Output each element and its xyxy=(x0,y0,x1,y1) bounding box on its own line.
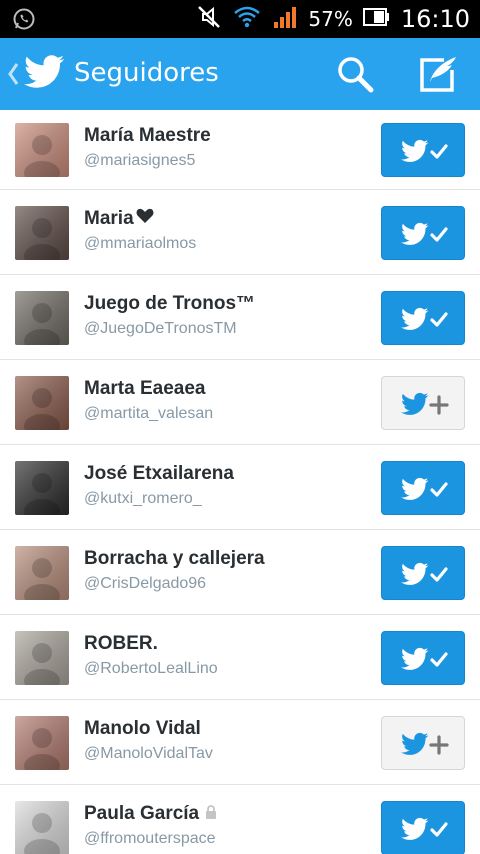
follower-name: José Etxailarena xyxy=(84,463,234,485)
mute-icon xyxy=(196,4,222,35)
avatar[interactable] xyxy=(15,375,69,430)
follower-name-text: Borracha y callejera xyxy=(84,547,265,569)
compose-tweet-icon[interactable] xyxy=(416,54,462,94)
twitter-check-icon xyxy=(401,562,448,585)
follower-name-text: Juego de Tronos™ xyxy=(84,292,256,314)
follower-name: Marta Eaeaea xyxy=(84,378,205,400)
twitter-plus-icon xyxy=(401,732,449,755)
following-button[interactable] xyxy=(381,800,465,854)
wifi-icon xyxy=(232,4,262,35)
whatsapp-icon xyxy=(12,7,36,36)
follower-handle: @mariasignes5 xyxy=(84,152,196,169)
follower-row[interactable]: José Etxailarena @kutxi_romero_ xyxy=(0,445,480,530)
follower-name-text: Marta Eaeaea xyxy=(84,377,206,399)
avatar[interactable] xyxy=(15,205,69,260)
follower-name: Maria xyxy=(84,208,154,230)
follow-button[interactable] xyxy=(381,715,465,770)
follower-row[interactable]: Paula García @ffromouterspace xyxy=(0,785,480,854)
follower-handle: @mmariaolmos xyxy=(84,234,197,252)
following-button[interactable] xyxy=(381,630,465,685)
follow-button[interactable] xyxy=(381,375,465,430)
follower-name-text: María Maestre xyxy=(84,125,211,146)
following-button[interactable] xyxy=(381,290,465,345)
follower-handle: @JuegoDeTronosTM xyxy=(84,319,237,337)
follower-handle: @RobertoLealLino xyxy=(84,659,218,677)
heart-icon xyxy=(136,208,154,230)
action-bar: Seguidores xyxy=(0,38,480,110)
back-chevron-icon[interactable] xyxy=(6,60,20,88)
twitter-check-icon xyxy=(401,647,448,670)
twitter-plus-icon xyxy=(401,392,449,415)
follower-name: Borracha y callejera xyxy=(84,548,265,570)
follower-name-text: Manolo Vidal xyxy=(84,717,201,739)
status-bar: 57% 16:10 xyxy=(0,0,480,38)
avatar[interactable] xyxy=(15,123,69,177)
twitter-check-icon xyxy=(401,139,448,162)
avatar[interactable] xyxy=(15,715,69,770)
battery-percentage: 57% xyxy=(308,7,353,31)
follower-name-text: José Etxailarena xyxy=(84,462,234,484)
twitter-check-icon xyxy=(401,222,448,245)
follower-name-text: Maria xyxy=(84,207,134,229)
twitter-check-icon xyxy=(401,817,448,840)
follower-handle: @ffromouterspace xyxy=(84,829,216,847)
battery-icon xyxy=(362,7,391,32)
twitter-check-icon xyxy=(401,477,448,500)
following-button[interactable] xyxy=(381,460,465,515)
search-icon[interactable] xyxy=(335,54,375,94)
follower-handle: @ManoloVidalTav xyxy=(84,744,213,762)
follower-row[interactable]: Maria @mmariaolmos xyxy=(0,190,480,275)
follower-name: María Maestre xyxy=(84,125,211,147)
follower-row[interactable]: Juego de Tronos™ @JuegoDeTronosTM xyxy=(0,275,480,360)
avatar[interactable] xyxy=(15,290,69,345)
follower-row[interactable]: ROBER. @RobertoLealLino xyxy=(0,615,480,700)
twitter-check-icon xyxy=(401,307,448,330)
avatar[interactable] xyxy=(15,545,69,600)
follower-handle: @martita_valesan xyxy=(84,404,214,422)
following-button[interactable] xyxy=(381,123,465,177)
follower-row[interactable]: María Maestre @mariasignes5 xyxy=(0,110,480,190)
follower-handle: @CrisDelgado96 xyxy=(84,574,207,592)
follower-row[interactable]: Marta Eaeaea @martita_valesan xyxy=(0,360,480,445)
follower-handle: @kutxi_romero_ xyxy=(84,489,202,507)
twitter-logo-icon[interactable] xyxy=(24,54,66,92)
following-button[interactable] xyxy=(381,205,465,260)
following-button[interactable] xyxy=(381,545,465,600)
clock: 16:10 xyxy=(400,5,470,33)
follower-name-text: ROBER. xyxy=(84,632,158,654)
follower-name: Juego de Tronos™ xyxy=(84,293,255,315)
protected-lock-icon xyxy=(205,803,217,825)
signal-icon xyxy=(272,4,298,35)
follower-name-text: Paula García xyxy=(84,802,200,824)
followers-list[interactable]: María Maestre @mariasignes5 Maria @mmariao… xyxy=(0,110,480,854)
follower-name: Paula García xyxy=(84,803,217,825)
avatar[interactable] xyxy=(15,630,69,685)
page-title: Seguidores xyxy=(74,58,219,88)
avatar[interactable] xyxy=(15,800,69,854)
avatar[interactable] xyxy=(15,460,69,515)
follower-row[interactable]: Borracha y callejera @CrisDelgado96 xyxy=(0,530,480,615)
follower-row[interactable]: Manolo Vidal @ManoloVidalTav xyxy=(0,700,480,785)
follower-name: Manolo Vidal xyxy=(84,718,201,740)
follower-name: ROBER. xyxy=(84,633,158,655)
